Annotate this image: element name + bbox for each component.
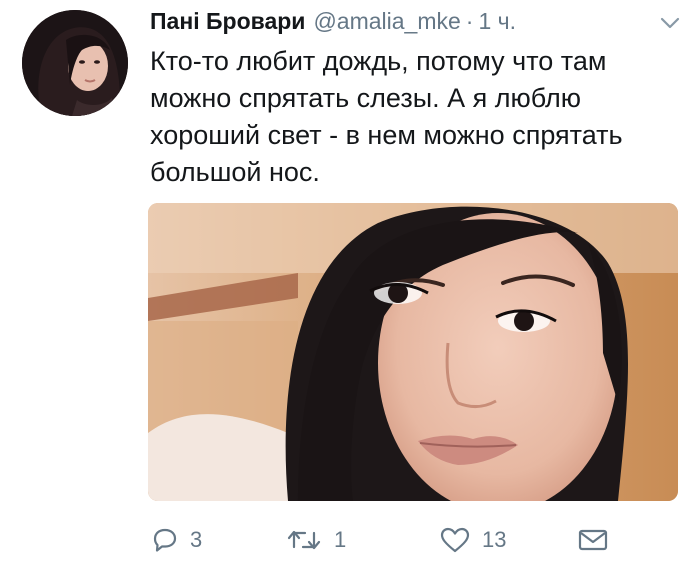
tweet-text: Кто-то любит дождь, потому что там можно… xyxy=(150,46,623,187)
user-handle[interactable]: @amalia_mke xyxy=(313,8,460,35)
tweet[interactable]: Пані Бровари @amalia_mke · 1 ч. Кто-то л… xyxy=(0,0,700,569)
tweet-timestamp[interactable]: 1 ч. xyxy=(478,8,516,35)
like-button[interactable]: 13 xyxy=(440,522,506,558)
like-count: 13 xyxy=(482,527,507,552)
reply-count: 3 xyxy=(190,527,203,552)
heart-icon xyxy=(440,527,470,553)
separator-dot: · xyxy=(465,8,474,34)
reply-icon xyxy=(153,528,177,552)
retweet-count: 1 xyxy=(334,527,347,552)
retweet-icon xyxy=(287,530,321,550)
avatar[interactable] xyxy=(22,10,128,116)
tweet-header: Пані Бровари @amalia_mke · 1 ч. xyxy=(150,8,680,42)
display-name[interactable]: Пані Бровари xyxy=(150,8,305,35)
chevron-down-icon[interactable] xyxy=(660,16,680,30)
direct-message-button[interactable] xyxy=(578,522,620,558)
tweet-actions: 3 1 13 xyxy=(148,522,668,558)
tweet-photo[interactable] xyxy=(148,203,678,501)
retweet-button[interactable]: 1 xyxy=(286,522,346,558)
envelope-icon xyxy=(578,529,608,551)
reply-button[interactable]: 3 xyxy=(152,522,202,558)
